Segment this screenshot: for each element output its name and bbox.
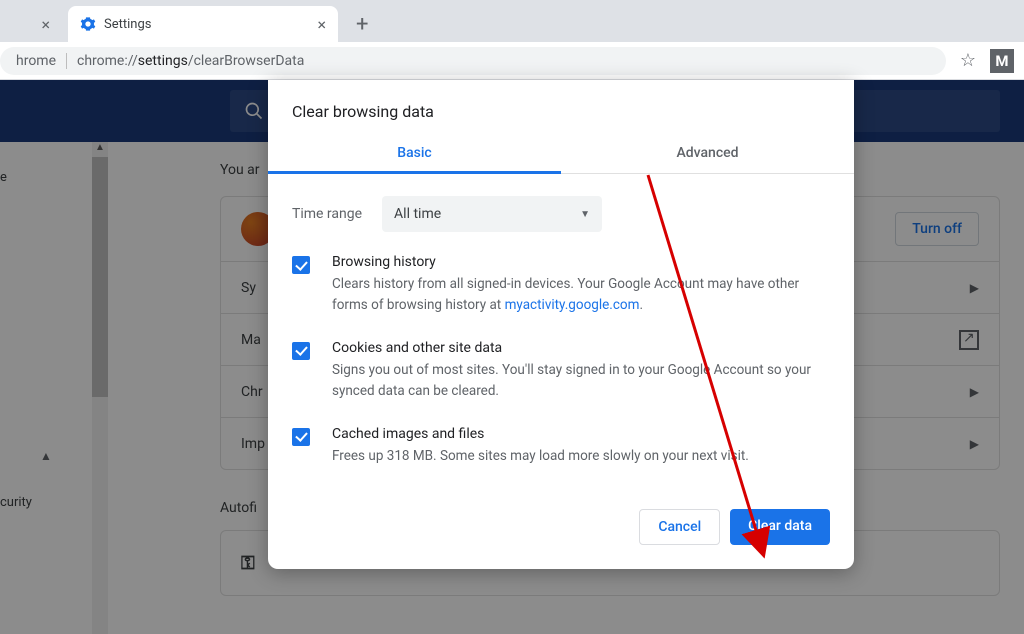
- option-desc: Frees up 318 MB. Some sites may load mor…: [332, 446, 749, 467]
- option-cookies: Cookies and other site data Signs you ou…: [268, 328, 854, 414]
- cancel-button[interactable]: Cancel: [639, 509, 720, 545]
- clear-browsing-data-dialog: Clear browsing data Basic Advanced Time …: [268, 80, 854, 569]
- checkbox-browsing-history[interactable]: [292, 256, 310, 274]
- tab-title: Settings: [104, 17, 309, 32]
- addr-label: hrome: [16, 53, 67, 69]
- dialog-tabs: Basic Advanced: [268, 135, 854, 174]
- option-browsing-history: Browsing history Clears history from all…: [268, 242, 854, 328]
- option-desc: Signs you out of most sites. You'll stay…: [332, 360, 830, 402]
- dialog-buttons: Cancel Clear data: [268, 479, 854, 545]
- close-icon[interactable]: ×: [41, 15, 50, 34]
- option-desc: Clears history from all signed-in device…: [332, 274, 830, 316]
- option-title: Cached images and files: [332, 426, 749, 442]
- option-title: Cookies and other site data: [332, 340, 830, 356]
- checkbox-cookies[interactable]: [292, 342, 310, 360]
- prev-tab[interactable]: ×: [0, 6, 68, 42]
- checkbox-cache[interactable]: [292, 428, 310, 446]
- url-text: chrome://settings/clearBrowserData: [77, 53, 304, 69]
- address-bar: hrome chrome://settings/clearBrowserData…: [0, 42, 1024, 80]
- option-cache: Cached images and files Frees up 318 MB.…: [268, 414, 854, 479]
- close-icon[interactable]: ×: [317, 15, 326, 34]
- page-frame: e ▲ curity ▲ You ar Turn off Sy▶ Ma: [0, 80, 1024, 634]
- extension-badge[interactable]: M: [990, 49, 1014, 73]
- option-title: Browsing history: [332, 254, 830, 270]
- bookmark-star-icon[interactable]: ☆: [960, 50, 976, 71]
- time-range-row: Time range All time ▼: [268, 174, 854, 242]
- new-tab-button[interactable]: +: [338, 6, 386, 42]
- clear-data-button[interactable]: Clear data: [730, 509, 830, 545]
- gear-icon: [80, 16, 96, 32]
- myactivity-link[interactable]: myactivity.google.com: [505, 297, 640, 313]
- dialog-title: Clear browsing data: [268, 102, 854, 135]
- url-field[interactable]: hrome chrome://settings/clearBrowserData: [0, 47, 946, 75]
- time-range-label: Time range: [292, 206, 362, 222]
- tab-basic[interactable]: Basic: [268, 135, 561, 174]
- active-tab[interactable]: Settings ×: [68, 6, 338, 42]
- tab-advanced[interactable]: Advanced: [561, 135, 854, 173]
- time-range-select[interactable]: All time ▼: [382, 196, 602, 232]
- caret-down-icon: ▼: [580, 209, 590, 220]
- time-range-value: All time: [394, 206, 441, 222]
- tabs-row: × Settings × +: [0, 0, 1024, 42]
